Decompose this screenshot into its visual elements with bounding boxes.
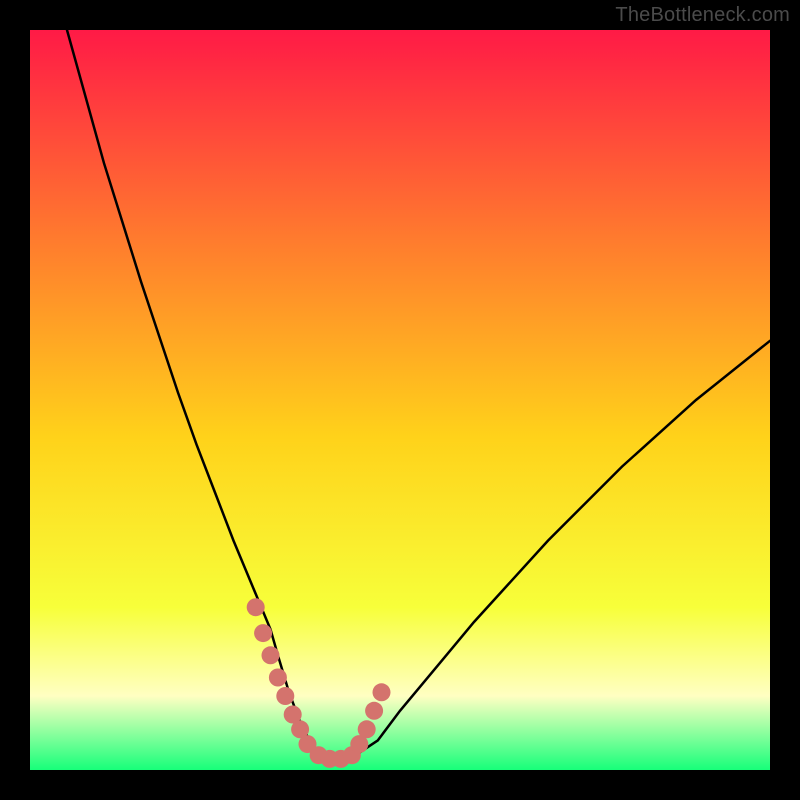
- gradient-background: [30, 30, 770, 770]
- chart-root: TheBottleneck.com: [0, 0, 800, 800]
- highlight-marker: [365, 702, 383, 720]
- highlight-marker: [358, 720, 376, 738]
- highlight-marker: [262, 646, 280, 664]
- highlight-marker: [254, 624, 272, 642]
- highlight-marker: [373, 683, 391, 701]
- highlight-marker: [247, 598, 265, 616]
- plot-area: [30, 30, 770, 770]
- watermark-text: TheBottleneck.com: [615, 4, 790, 27]
- highlight-marker: [276, 687, 294, 705]
- plot-svg: [30, 30, 770, 770]
- highlight-marker: [269, 669, 287, 687]
